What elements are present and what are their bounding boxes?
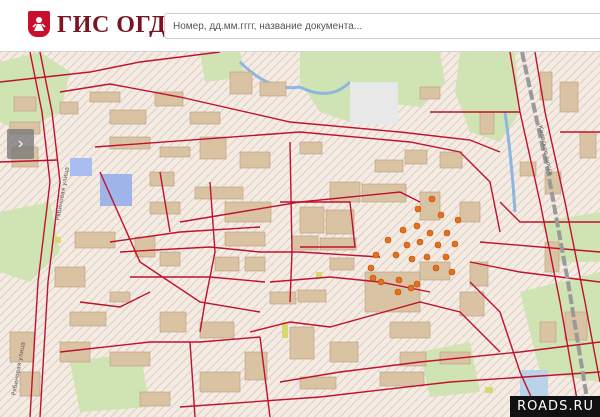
map-canvas[interactable] [0, 52, 600, 417]
search-input[interactable] [164, 13, 600, 39]
map-area[interactable]: › Рябиновая улица Рябиновая улица Киевск… [0, 52, 600, 417]
top-header: ГИС ОГД [0, 0, 600, 52]
watermark: ROADS.RU [510, 396, 600, 417]
panel-toggle-button[interactable]: › [7, 129, 34, 159]
moscow-emblem-icon [28, 11, 50, 37]
logo-title[interactable]: ГИС ОГД [57, 11, 166, 39]
empty-lot [350, 82, 398, 124]
